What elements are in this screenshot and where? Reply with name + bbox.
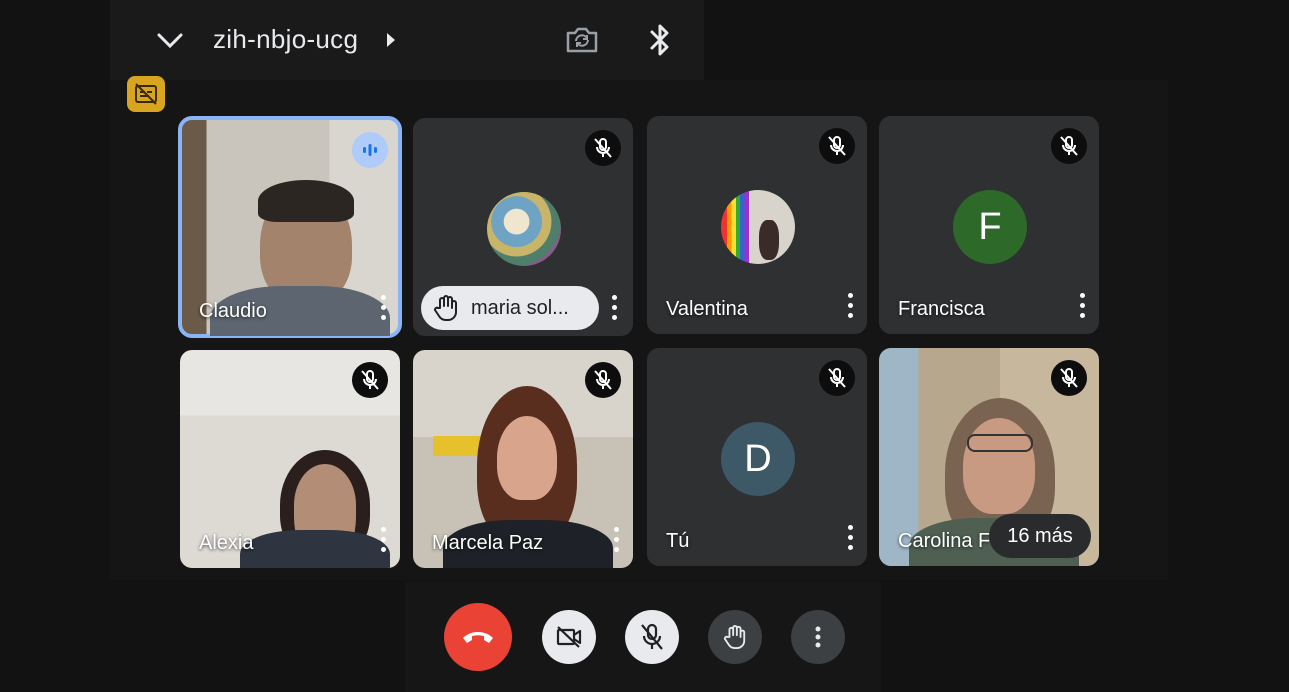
raise-hand-icon: [434, 295, 457, 322]
participant-tile-claudio[interactable]: Claudio: [178, 116, 402, 338]
avatar: [721, 190, 795, 264]
mic-off-icon: [641, 623, 663, 650]
raise-hand-icon: [723, 625, 746, 650]
more-options-button[interactable]: [791, 610, 845, 664]
more-vertical-icon[interactable]: [843, 522, 857, 552]
raised-hand-badge: maria sol...: [421, 286, 599, 330]
captions-off-icon[interactable]: [127, 76, 165, 112]
mic-off-icon: [585, 362, 621, 398]
participant-tile-valentina[interactable]: Valentina: [647, 116, 867, 334]
meeting-code[interactable]: zih-nbjo-ucg: [213, 24, 358, 55]
play-arrow-icon[interactable]: [382, 30, 400, 50]
more-vertical-icon[interactable]: [607, 292, 621, 322]
avatar: F: [953, 190, 1027, 264]
more-vertical-icon: [815, 626, 821, 648]
participant-tile-self[interactable]: D Tú: [647, 348, 867, 566]
mic-off-icon: [352, 362, 388, 398]
mic-off-icon: [585, 130, 621, 166]
more-vertical-icon[interactable]: [843, 290, 857, 320]
glasses: [967, 434, 1033, 452]
end-call-icon: [463, 632, 493, 643]
top-bar: zih-nbjo-ucg: [0, 0, 704, 80]
participant-tile-maria[interactable]: maria sol...: [413, 118, 633, 336]
speaking-indicator-icon: [352, 132, 388, 168]
participant-video: [497, 416, 557, 500]
participant-tile-alexia[interactable]: Alexia: [180, 350, 400, 568]
participant-name: Tú: [666, 530, 690, 552]
more-vertical-icon[interactable]: [609, 524, 623, 554]
participant-tile-francisca[interactable]: F Francisca: [879, 116, 1099, 334]
camera-switch-icon[interactable]: [560, 20, 604, 60]
camera-toggle-button[interactable]: [542, 610, 596, 664]
chevron-down-icon[interactable]: [152, 22, 188, 58]
mic-off-icon: [1051, 128, 1087, 164]
raise-hand-button[interactable]: [708, 610, 762, 664]
more-vertical-icon[interactable]: [1075, 290, 1089, 320]
mic-off-icon: [819, 128, 855, 164]
more-participants-button[interactable]: 16 más: [989, 514, 1091, 558]
participant-name: Valentina: [666, 298, 748, 320]
avatar: D: [721, 422, 795, 496]
participant-shirt: [240, 530, 390, 568]
mic-off-icon: [1051, 360, 1087, 396]
camera-off-icon: [556, 626, 582, 648]
participant-name: Carolina F: [898, 530, 991, 552]
participant-video: [963, 418, 1035, 514]
participant-name: maria sol...: [471, 296, 569, 319]
more-vertical-icon[interactable]: [376, 524, 390, 554]
end-call-button[interactable]: [444, 603, 512, 671]
participant-name: Francisca: [898, 298, 985, 320]
participant-tile-marcela[interactable]: Marcela Paz: [413, 350, 633, 568]
mic-toggle-button[interactable]: [625, 610, 679, 664]
participant-tile-carolina[interactable]: Carolina F 16 más: [879, 348, 1099, 566]
participant-hair: [258, 180, 354, 222]
mic-off-icon: [819, 360, 855, 396]
more-vertical-icon[interactable]: [376, 292, 390, 322]
participant-name: Alexia: [199, 532, 254, 554]
avatar: [487, 192, 561, 266]
bluetooth-icon[interactable]: [640, 20, 680, 60]
participant-name: Claudio: [199, 300, 267, 322]
participant-name: Marcela Paz: [432, 532, 544, 554]
